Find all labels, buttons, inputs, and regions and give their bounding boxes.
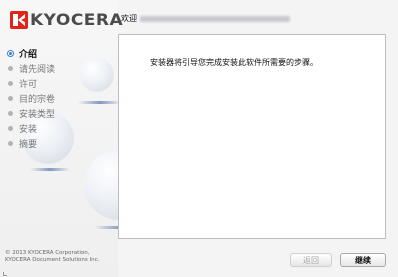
step-bullet-icon <box>8 126 13 131</box>
kyocera-logo-icon <box>10 11 28 29</box>
redacted-text <box>140 15 290 22</box>
intro-text: 安装器将引导您完成安装此软件所需要的步骤。 <box>150 58 318 67</box>
step-bullet-icon <box>8 141 13 146</box>
logo-text: KYOCERA <box>30 10 124 30</box>
decorative-swoosh <box>78 101 122 104</box>
sidebar-item-label: 介绍 <box>19 50 38 60</box>
sidebar-nav: 介绍 请先阅读 许可 目的宗卷 安装类型 安装 摘要 <box>6 46 55 151</box>
sidebar-item-installation: 安装 <box>6 121 55 136</box>
step-bullet-icon <box>8 111 13 116</box>
sidebar-item-label: 摘要 <box>19 140 38 150</box>
step-bullet-icon <box>8 81 13 86</box>
page-title: 欢迎 <box>121 13 290 24</box>
step-bullet-icon <box>8 66 13 71</box>
decorative-bubble <box>80 58 114 92</box>
sidebar-item-label: 安装 <box>19 125 38 135</box>
page-title-text: 欢迎 <box>121 14 137 23</box>
sidebar-item-label: 安装类型 <box>19 110 56 120</box>
step-bullet-icon <box>8 96 13 101</box>
kyocera-logo: KYOCERA <box>10 10 123 30</box>
sidebar-item-summary: 摘要 <box>6 136 55 151</box>
sidebar-item-label: 许可 <box>19 80 38 90</box>
back-button[interactable]: 返回 <box>290 253 332 267</box>
current-step-icon <box>7 50 14 57</box>
content-panel: 安装器将引导您完成安装此软件所需要的步骤。 <box>118 34 386 239</box>
sidebar-item-intro: 介绍 <box>6 46 55 61</box>
sidebar-item-install-type: 安装类型 <box>6 106 55 121</box>
sidebar-item-readme: 请先阅读 <box>6 61 55 76</box>
sidebar-item-license: 许可 <box>6 76 55 91</box>
copyright-line: © 2013 KYOCERA Corporation, <box>5 250 90 256</box>
resize-grip-icon[interactable] <box>3 272 7 276</box>
continue-button[interactable]: 继续 <box>340 253 386 267</box>
sidebar-item-destination: 目的宗卷 <box>6 91 55 106</box>
copyright-text: © 2013 KYOCERA Corporation, KYOCERA Docu… <box>5 250 99 264</box>
sidebar-item-label: 目的宗卷 <box>19 95 56 105</box>
decorative-swoosh <box>30 168 70 171</box>
copyright-line: KYOCERA Document Solutions Inc. <box>5 257 100 263</box>
sidebar-item-label: 请先阅读 <box>19 65 56 75</box>
